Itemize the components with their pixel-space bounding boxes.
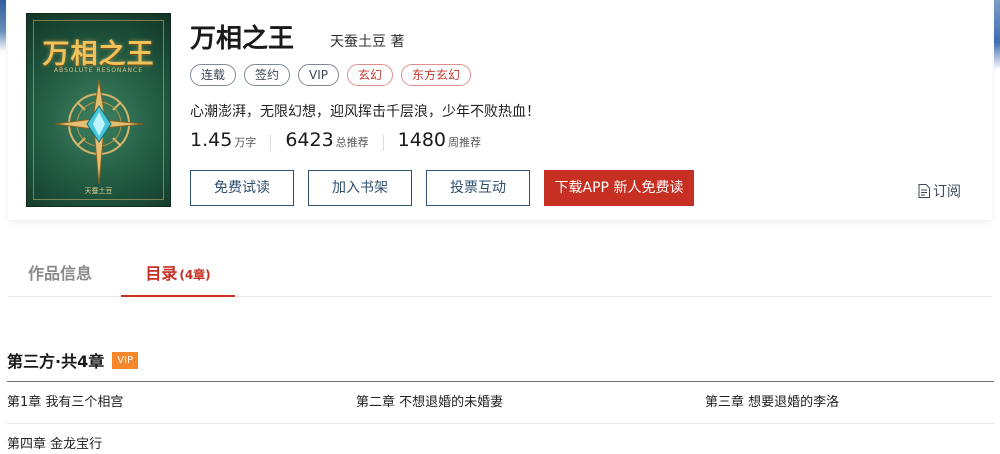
tag-fantasy[interactable]: 玄幻 bbox=[347, 64, 394, 86]
add-to-shelf-button[interactable]: 加入书架 bbox=[308, 170, 412, 206]
stat-divider bbox=[270, 135, 272, 151]
document-icon bbox=[918, 184, 930, 198]
stat-unit: 万字 bbox=[234, 136, 257, 149]
tab-book-info[interactable]: 作品信息 bbox=[28, 256, 108, 297]
tab-table-of-contents[interactable]: 目录 (4章) bbox=[121, 256, 235, 297]
chapter-link[interactable]: 第1章 我有三个相宫 bbox=[7, 382, 123, 424]
volume-title: 第三方·共4章 bbox=[7, 352, 105, 371]
cover-emblem-icon bbox=[54, 79, 144, 185]
stat-weekly-recommend: 1480 周推荐 bbox=[398, 129, 481, 151]
tag-vip: VIP bbox=[298, 64, 340, 86]
vip-badge: VIP bbox=[112, 351, 139, 369]
cover-author: 天蚕土豆 bbox=[84, 187, 113, 195]
subscribe-link[interactable]: 订阅 bbox=[918, 181, 961, 201]
book-intro: 心潮澎湃，无限幻想，迎风挥击千层浪，少年不败热血！ bbox=[190, 104, 540, 120]
tab-toc-label: 目录 bbox=[145, 264, 178, 283]
book-cover[interactable]: 万相之王 ABSOLUTE RESONANCE 天蚕土豆 bbox=[26, 13, 171, 207]
tag-signed: 签约 bbox=[244, 64, 291, 86]
stat-total-recommend: 6423 总推荐 bbox=[285, 129, 368, 151]
tag-eastern-fantasy[interactable]: 东方玄幻 bbox=[401, 64, 472, 86]
chapter-row: 第四章 金龙宝行 bbox=[7, 424, 994, 454]
page-background-right bbox=[994, 0, 1000, 70]
download-app-button[interactable]: 下载APP 新人免费读 bbox=[544, 170, 694, 206]
vote-button[interactable]: 投票互动 bbox=[426, 170, 530, 206]
chapter-row: 第1章 我有三个相宫 第二章 不想退婚的未婚妻 第三章 想要退婚的李洛 bbox=[7, 382, 994, 424]
book-actions: 免费试读 加入书架 投票互动 下载APP 新人免费读 bbox=[190, 170, 694, 206]
stat-value: 6423 bbox=[285, 129, 334, 151]
subscribe-label: 订阅 bbox=[933, 184, 961, 200]
book-tags: 连载 签约 VIP 玄幻 东方玄幻 bbox=[190, 64, 472, 86]
stat-unit: 总推荐 bbox=[335, 136, 369, 149]
chapter-link[interactable]: 第三章 想要退婚的李洛 bbox=[705, 382, 839, 424]
cover-subtitle: ABSOLUTE RESONANCE bbox=[54, 67, 143, 74]
cover-title: 万相之王 bbox=[42, 39, 155, 70]
book-title[interactable]: 万相之王 bbox=[190, 18, 294, 55]
page-background-left bbox=[0, 0, 6, 52]
chapter-link[interactable]: 第四章 金龙宝行 bbox=[7, 424, 102, 454]
book-tabs: 作品信息 目录 (4章) bbox=[8, 256, 992, 297]
stat-unit: 周推荐 bbox=[448, 136, 482, 149]
chapter-list: 第1章 我有三个相宫 第二章 不想退婚的未婚妻 第三章 想要退婚的李洛 第四章 … bbox=[7, 382, 994, 454]
volume-header: 第三方·共4章 VIP bbox=[7, 348, 139, 372]
tag-serializing: 连载 bbox=[190, 64, 237, 86]
stat-divider bbox=[382, 135, 384, 151]
free-read-button[interactable]: 免费试读 bbox=[190, 170, 294, 206]
chapter-link[interactable]: 第二章 不想退婚的未婚妻 bbox=[356, 382, 503, 424]
stat-value: 1480 bbox=[397, 129, 447, 151]
tab-toc-count: (4章) bbox=[179, 268, 211, 282]
book-stats: 1.45 万字 6423 总推荐 1480 周推荐 bbox=[190, 129, 481, 157]
stat-value: 1.45 bbox=[190, 129, 233, 151]
stat-word-count: 1.45 万字 bbox=[190, 129, 256, 151]
book-author[interactable]: 天蚕土豆 著 bbox=[330, 31, 404, 51]
